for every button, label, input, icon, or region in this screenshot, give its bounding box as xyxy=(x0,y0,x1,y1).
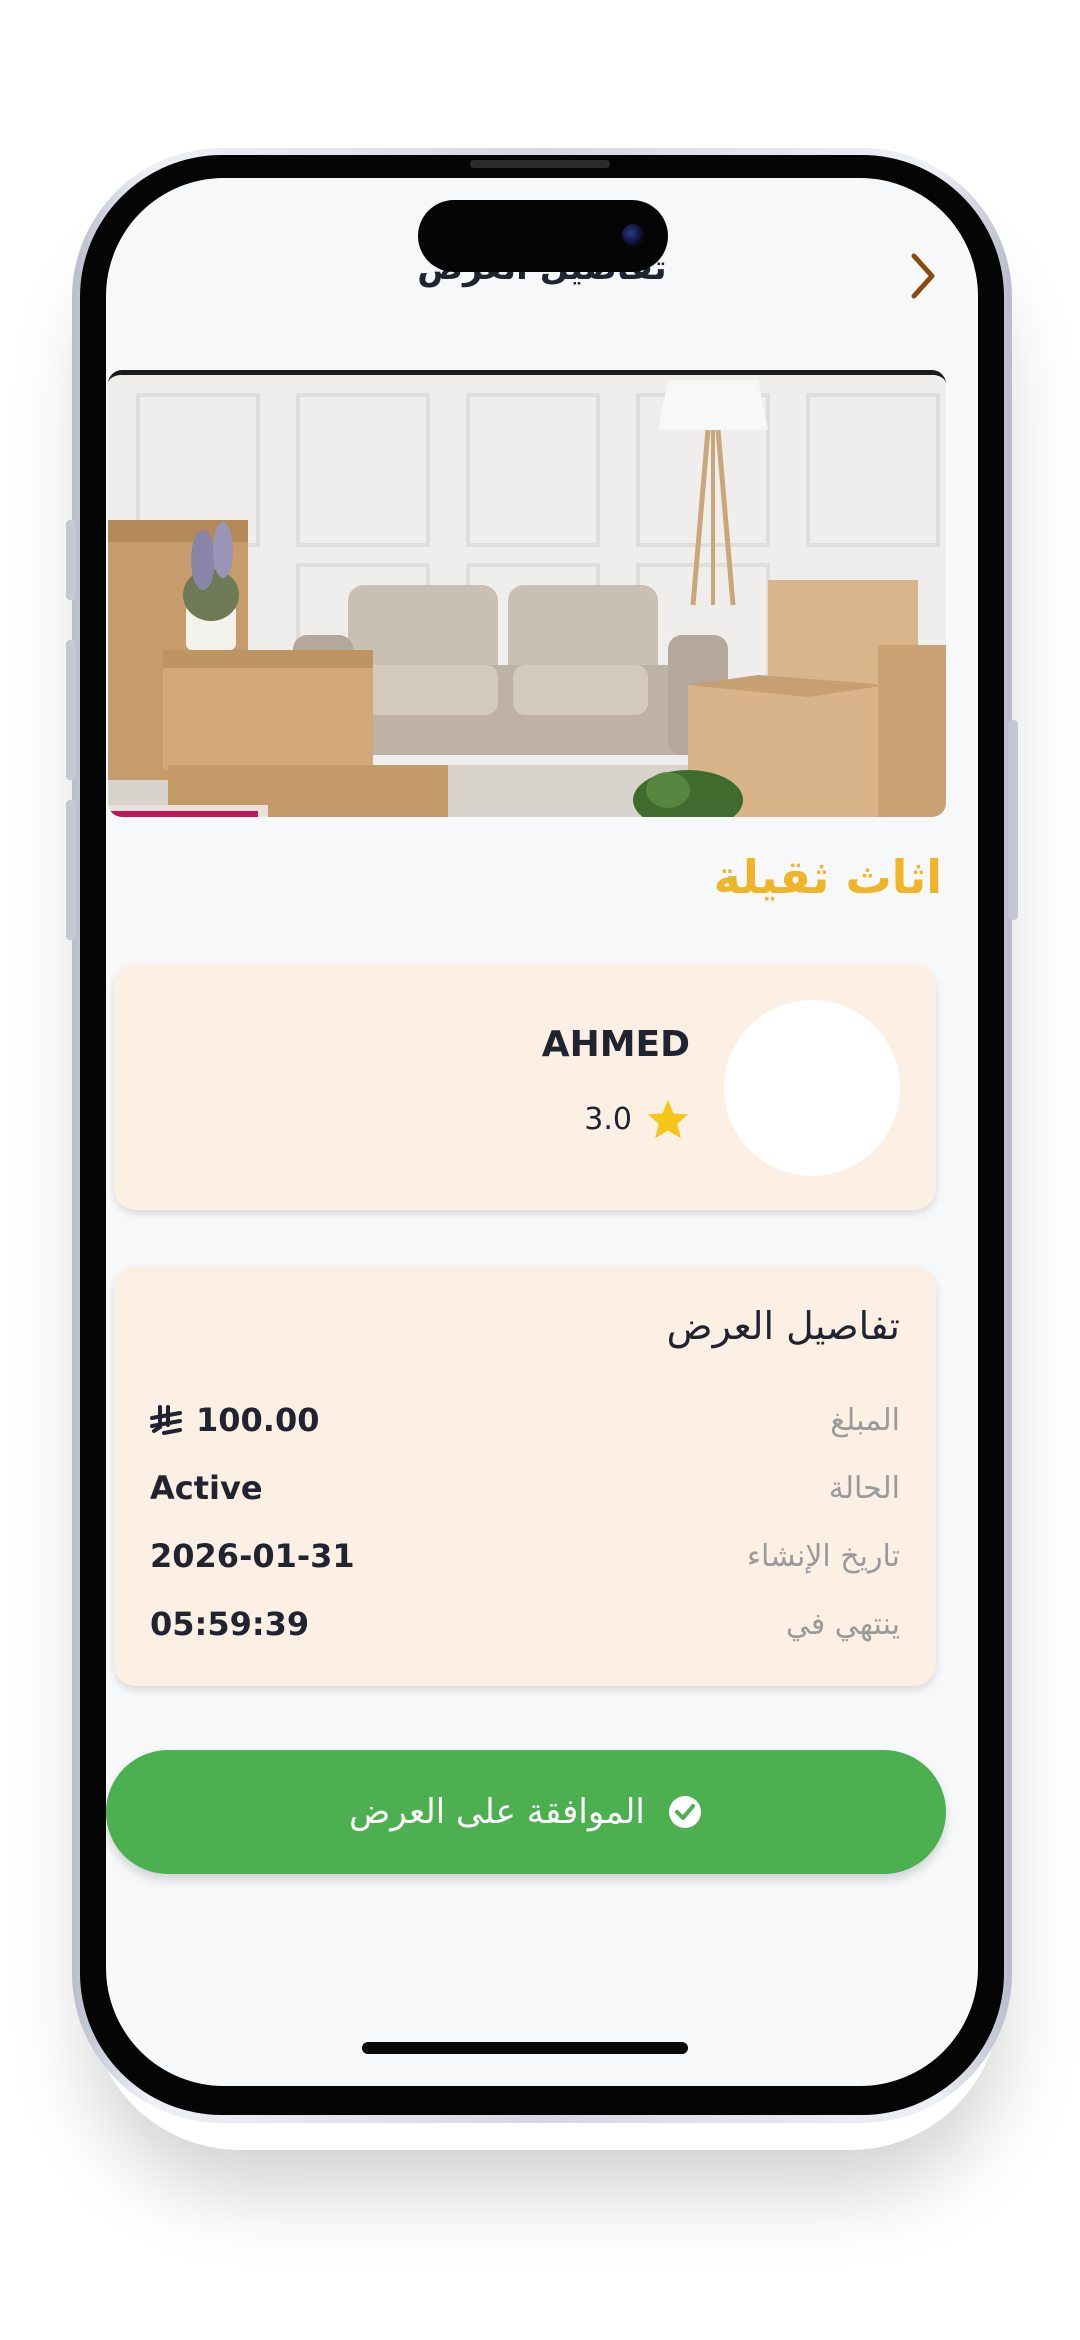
accept-offer-button[interactable]: الموافقة على العرض xyxy=(106,1750,946,1874)
amount-value: 100.00 xyxy=(150,1401,319,1439)
check-circle-icon xyxy=(668,1796,701,1828)
side-button-right xyxy=(1008,720,1018,920)
provider-card[interactable]: AHMED 3.0 xyxy=(114,964,936,1210)
amount-text: 100.00 xyxy=(196,1401,320,1439)
front-camera xyxy=(622,224,644,246)
side-button-left-mid xyxy=(66,640,76,780)
dynamic-island xyxy=(418,200,668,272)
home-indicator[interactable] xyxy=(362,2042,688,2054)
expires-value: 05:59:39 xyxy=(150,1605,310,1643)
side-button-left-low xyxy=(66,800,76,940)
avatar xyxy=(724,1000,900,1176)
offer-image xyxy=(108,370,946,817)
chevron-right-icon xyxy=(911,253,935,299)
category-title: اثاث ثقيلة xyxy=(713,850,942,904)
detail-row-status: Active الحالة xyxy=(150,1464,900,1512)
accept-offer-label: الموافقة على العرض xyxy=(349,1792,645,1832)
back-button[interactable] xyxy=(898,246,948,306)
details-title: تفاصيل العرض xyxy=(666,1304,900,1348)
detail-row-amount: 100.00 المبلغ xyxy=(150,1396,900,1444)
provider-rating: 3.0 xyxy=(584,1098,690,1140)
rating-value: 3.0 xyxy=(584,1101,632,1137)
created-label: تاريخ الإنشاء xyxy=(746,1538,900,1574)
offer-details-card: تفاصيل العرض 100.00 المبلغ Active الحالة… xyxy=(114,1266,936,1686)
riyal-icon xyxy=(150,1405,182,1435)
expires-label: ينتهي في xyxy=(785,1606,900,1642)
amount-label: المبلغ xyxy=(830,1402,900,1438)
provider-name: AHMED xyxy=(541,1024,690,1065)
speaker-slot xyxy=(470,160,610,168)
detail-row-created: 2026-01-31 تاريخ الإنشاء xyxy=(150,1532,900,1580)
app-screen: تفاصيل العرض xyxy=(106,178,978,2086)
star-icon xyxy=(647,1099,689,1139)
created-value: 2026-01-31 xyxy=(150,1537,355,1575)
detail-row-expires: 05:59:39 ينتهي في xyxy=(150,1600,900,1648)
device-mockup: تفاصيل العرض xyxy=(0,0,1080,2340)
side-button-left-top xyxy=(66,520,76,600)
status-value: Active xyxy=(150,1469,263,1507)
status-label: الحالة xyxy=(828,1470,900,1506)
